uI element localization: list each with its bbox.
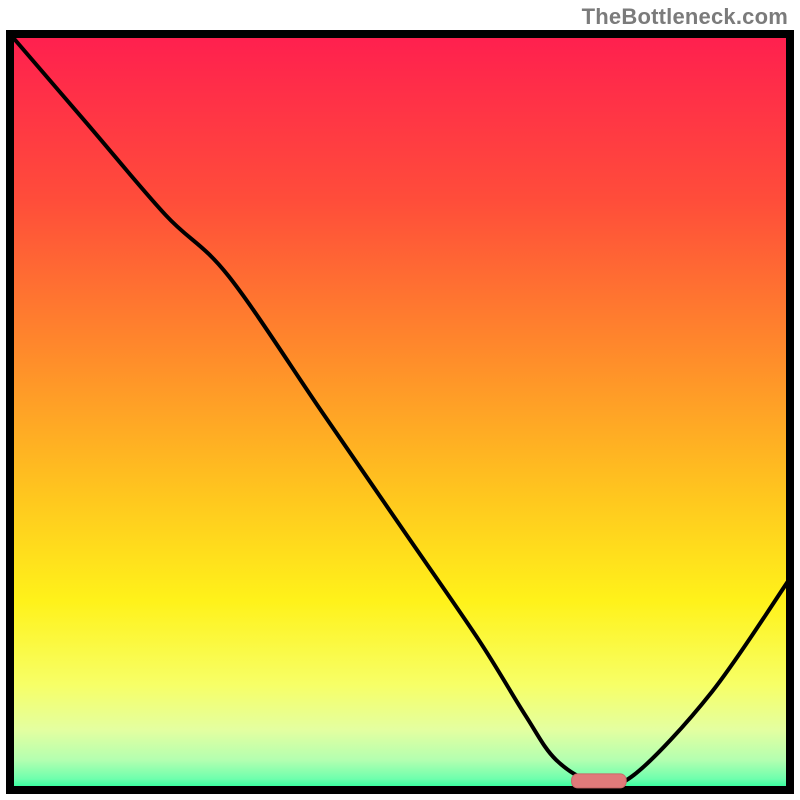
optimal-marker [572,774,627,788]
watermark-text: TheBottleneck.com [582,4,788,30]
chart-stage: TheBottleneck.com [0,0,800,800]
chart-svg [0,0,800,800]
plot-area [10,34,790,790]
